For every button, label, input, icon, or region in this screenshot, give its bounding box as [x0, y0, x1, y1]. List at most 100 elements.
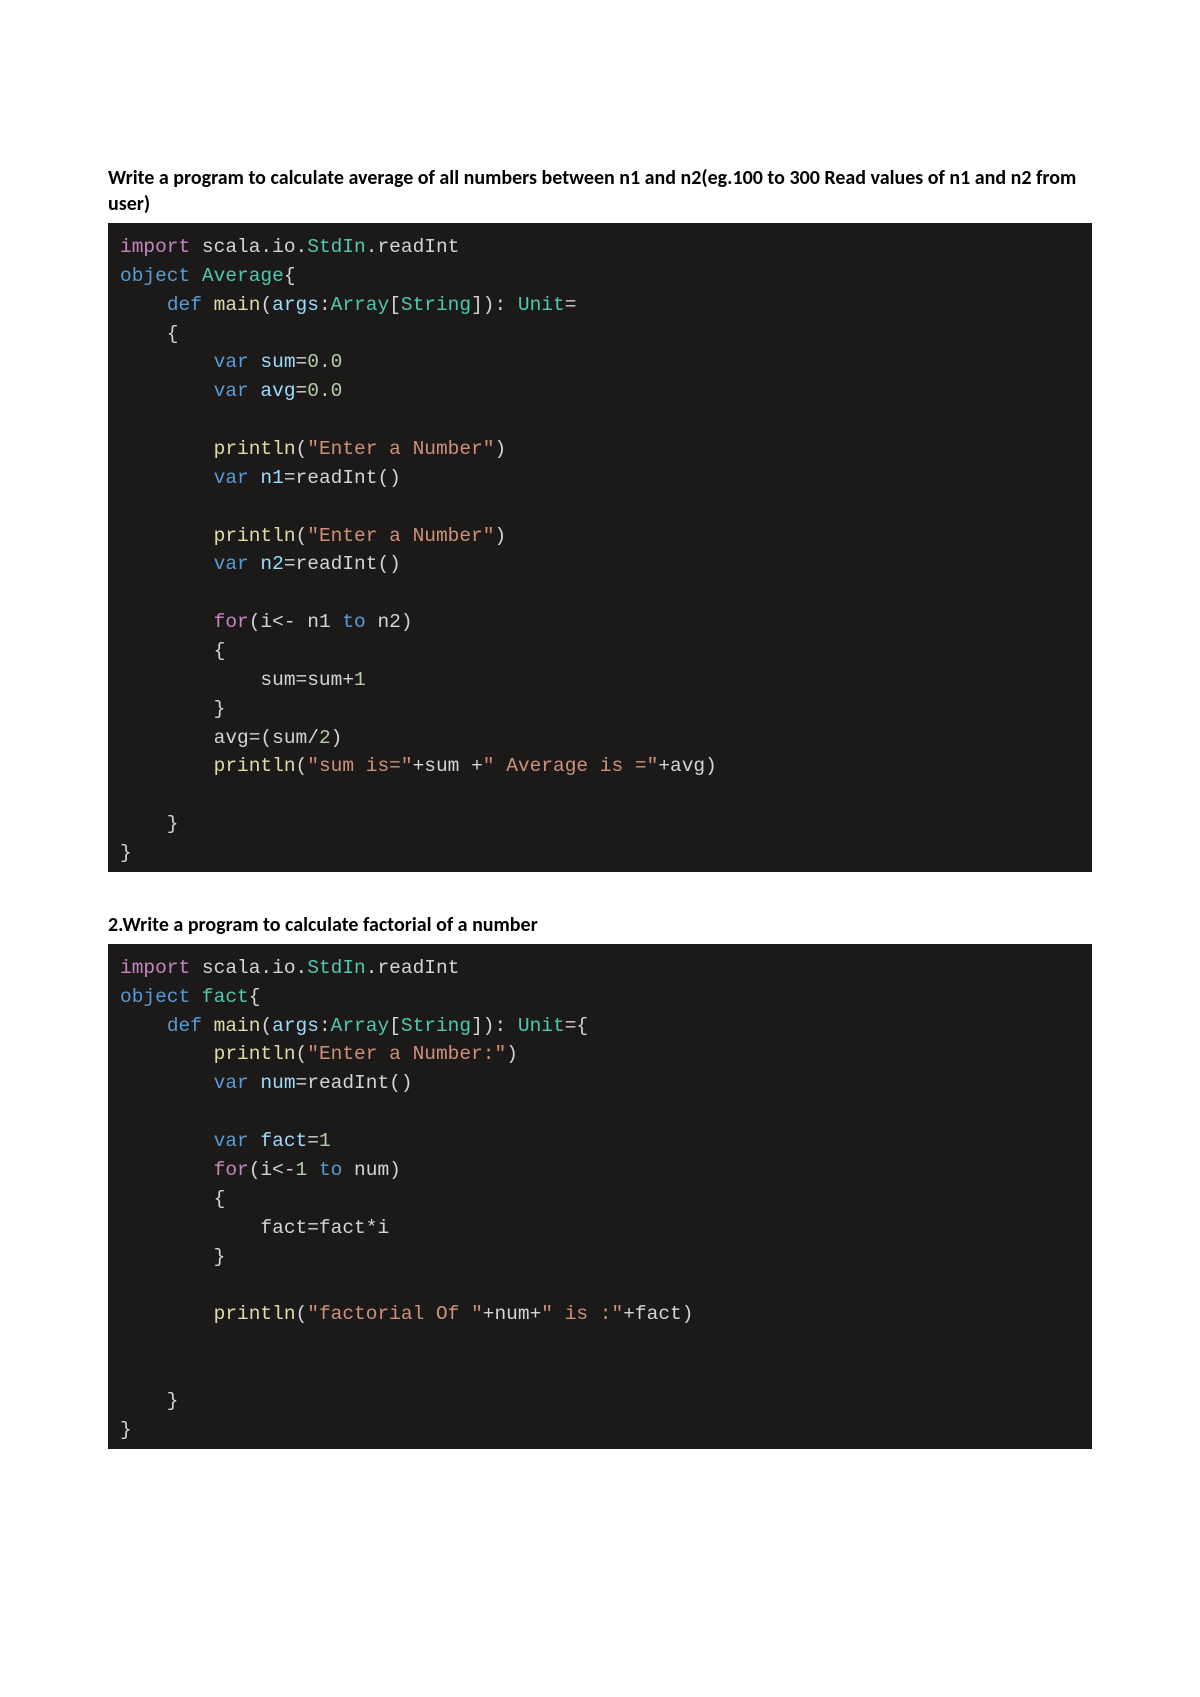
paren-open: (	[296, 1043, 308, 1065]
for-rest: n2)	[366, 611, 413, 633]
keyword-var: var	[214, 351, 249, 373]
stmt-body: fact=fact*i	[120, 1217, 389, 1239]
brace-open: {	[120, 1188, 225, 1210]
num-literal: 2	[319, 727, 331, 749]
string-literal: "sum is="	[307, 755, 412, 777]
keyword-to: to	[342, 611, 365, 633]
document-page: Write a program to calculate average of …	[0, 0, 1200, 1589]
keyword-var: var	[214, 1072, 249, 1094]
string-literal: " Average is ="	[483, 755, 659, 777]
equals: =	[296, 380, 308, 402]
type-array: Array	[331, 1015, 390, 1037]
keyword-var: var	[214, 380, 249, 402]
brace-close: }	[120, 698, 225, 720]
stmt-avg: avg=(sum/	[120, 727, 319, 749]
brace-close: }	[120, 1419, 132, 1441]
class-stdin: StdIn	[307, 236, 366, 258]
concat: +sum +	[413, 755, 483, 777]
var-n2: n2	[249, 553, 284, 575]
stmt-body: sum=sum+	[120, 669, 354, 691]
keyword-var: var	[214, 467, 249, 489]
keyword-var: var	[214, 553, 249, 575]
keyword-to: to	[307, 1159, 342, 1181]
brace-close: }	[120, 1390, 179, 1412]
bracket-close: ]	[471, 1015, 483, 1037]
object-name: Average	[190, 265, 284, 287]
fn-main: main	[202, 294, 261, 316]
brace-open: {	[120, 640, 225, 662]
keyword-def: def	[167, 1015, 202, 1037]
var-fact: fact	[249, 1130, 308, 1152]
object-name: fact	[190, 986, 249, 1008]
bracket-open: [	[389, 294, 401, 316]
code-block-average: import scala.io.StdIn.readInt object Ave…	[108, 223, 1092, 872]
colon: :	[319, 294, 331, 316]
member-readint: .readInt	[366, 957, 460, 979]
colon: :	[319, 1015, 331, 1037]
class-stdin: StdIn	[307, 957, 366, 979]
string-literal: "Enter a Number:"	[307, 1043, 506, 1065]
pkg-path: scala.io.	[190, 236, 307, 258]
equals: =	[307, 1130, 319, 1152]
type-string: String	[401, 294, 471, 316]
for-range: (i<- n1	[249, 611, 343, 633]
var-sum: sum	[249, 351, 296, 373]
paren-open: (	[296, 438, 308, 460]
for-range: (i<-	[249, 1159, 296, 1181]
equals: =	[565, 294, 577, 316]
paren-open: (	[260, 294, 272, 316]
keyword-var: var	[214, 1130, 249, 1152]
num-literal: 0.0	[307, 351, 342, 373]
param-args: args	[272, 294, 319, 316]
concat: +fact)	[623, 1303, 693, 1325]
equals: =	[296, 351, 308, 373]
var-n1: n1	[249, 467, 284, 489]
type-unit: Unit	[518, 1015, 565, 1037]
brace-open: {	[249, 986, 261, 1008]
num-literal: 1	[354, 669, 366, 691]
bracket-open: [	[389, 1015, 401, 1037]
fn-println: println	[214, 755, 296, 777]
paren-close: )	[506, 1043, 518, 1065]
keyword-object: object	[120, 265, 190, 287]
equals-brace: ={	[565, 1015, 588, 1037]
fn-println: println	[214, 1043, 296, 1065]
code-block-factorial: import scala.io.StdIn.readInt object fac…	[108, 944, 1092, 1449]
paren-open: (	[296, 525, 308, 547]
keyword-for: for	[214, 1159, 249, 1181]
heading-1: Write a program to calculate average of …	[108, 165, 1092, 217]
brace-open: {	[284, 265, 296, 287]
member-readint: .readInt	[366, 236, 460, 258]
brace-close: }	[120, 1246, 225, 1268]
concat: +avg)	[658, 755, 717, 777]
string-literal: " is :"	[541, 1303, 623, 1325]
paren-close: )	[331, 727, 343, 749]
assign-call: =readInt()	[284, 553, 401, 575]
pkg-path: scala.io.	[190, 957, 307, 979]
paren-open: (	[260, 1015, 272, 1037]
num-literal: 0.0	[307, 380, 342, 402]
brace-close: }	[120, 842, 132, 864]
fn-println: println	[214, 1303, 296, 1325]
fn-main: main	[202, 1015, 261, 1037]
keyword-import: import	[120, 957, 190, 979]
num-literal: 1	[296, 1159, 308, 1181]
paren-close: )	[494, 438, 506, 460]
keyword-import: import	[120, 236, 190, 258]
type-array: Array	[331, 294, 390, 316]
string-literal: "Enter a Number"	[307, 525, 494, 547]
brace-open: {	[120, 323, 179, 345]
assign-call: =readInt()	[284, 467, 401, 489]
heading-2: 2.Write a program to calculate factorial…	[108, 912, 1092, 938]
string-literal: "Enter a Number"	[307, 438, 494, 460]
brace-close: }	[120, 813, 179, 835]
concat: +num+	[483, 1303, 542, 1325]
paren-close: ):	[483, 294, 518, 316]
var-num: num	[249, 1072, 296, 1094]
paren-close: )	[494, 525, 506, 547]
num-literal: 1	[319, 1130, 331, 1152]
type-unit: Unit	[518, 294, 565, 316]
for-rest: num)	[342, 1159, 401, 1181]
type-string: String	[401, 1015, 471, 1037]
fn-println: println	[214, 525, 296, 547]
